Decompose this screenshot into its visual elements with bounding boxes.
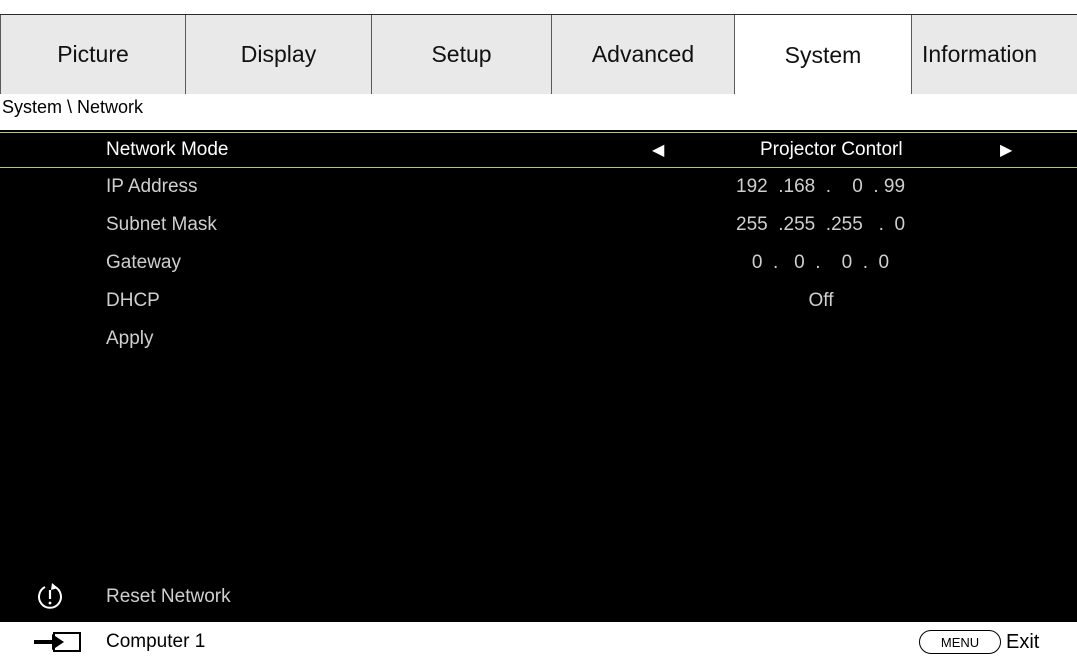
exit-label: Exit — [1006, 630, 1040, 653]
left-arrow-icon[interactable]: ◀ — [652, 133, 664, 167]
tab-picture[interactable]: Picture — [0, 15, 186, 95]
menu-content: Network Mode ◀ Projector Contorl ▶ IP Ad… — [0, 130, 1077, 622]
projector-osd: Picture Display Setup Advanced System In… — [0, 14, 1077, 662]
ip-address-label: IP Address — [106, 176, 198, 197]
dhcp-label: DHCP — [106, 290, 160, 311]
source-label: Computer 1 — [106, 631, 206, 652]
breadcrumb: System \ Network — [0, 94, 1077, 130]
footer-bar: Computer 1 MENU Exit — [0, 622, 1077, 662]
menu-item-network-mode[interactable]: Network Mode ◀ Projector Contorl ▶ — [0, 132, 1077, 168]
menu-tabs: Picture Display Setup Advanced System In… — [0, 14, 1077, 95]
power-reset-icon — [38, 583, 62, 609]
tab-system[interactable]: System — [735, 15, 912, 95]
tab-setup[interactable]: Setup — [372, 15, 552, 95]
menu-item-ip-address[interactable]: IP Address 192 .168 . 0 . 99 — [0, 168, 1077, 206]
apply-label: Apply — [106, 328, 154, 349]
menu-item-subnet-mask[interactable]: Subnet Mask 255 .255 .255 . 0 — [0, 206, 1077, 244]
network-mode-value: Projector Contorl — [760, 139, 903, 160]
gateway-label: Gateway — [106, 252, 181, 273]
menu-key-icon[interactable]: MENU — [919, 630, 1001, 654]
gateway-value: 0 . 0 . 0 . 0 — [736, 252, 890, 273]
ip-address-value: 192 .168 . 0 . 99 — [736, 176, 906, 197]
dhcp-value: Off — [808, 290, 834, 311]
network-mode-label: Network Mode — [106, 139, 229, 160]
input-source-icon — [34, 632, 81, 652]
reset-network-label: Reset Network — [106, 586, 231, 607]
menu-item-dhcp[interactable]: DHCP Off — [0, 282, 1077, 320]
tab-advanced[interactable]: Advanced — [552, 15, 735, 95]
reset-network-item[interactable]: Reset Network — [0, 572, 1077, 622]
right-arrow-icon[interactable]: ▶ — [1000, 133, 1012, 167]
subnet-mask-value: 255 .255 .255 . 0 — [736, 214, 906, 235]
subnet-mask-label: Subnet Mask — [106, 214, 217, 235]
menu-item-apply[interactable]: Apply — [0, 320, 1077, 358]
tab-display[interactable]: Display — [186, 15, 372, 95]
menu-item-gateway[interactable]: Gateway 0 . 0 . 0 . 0 — [0, 244, 1077, 282]
tab-information[interactable]: Information — [912, 15, 1077, 95]
